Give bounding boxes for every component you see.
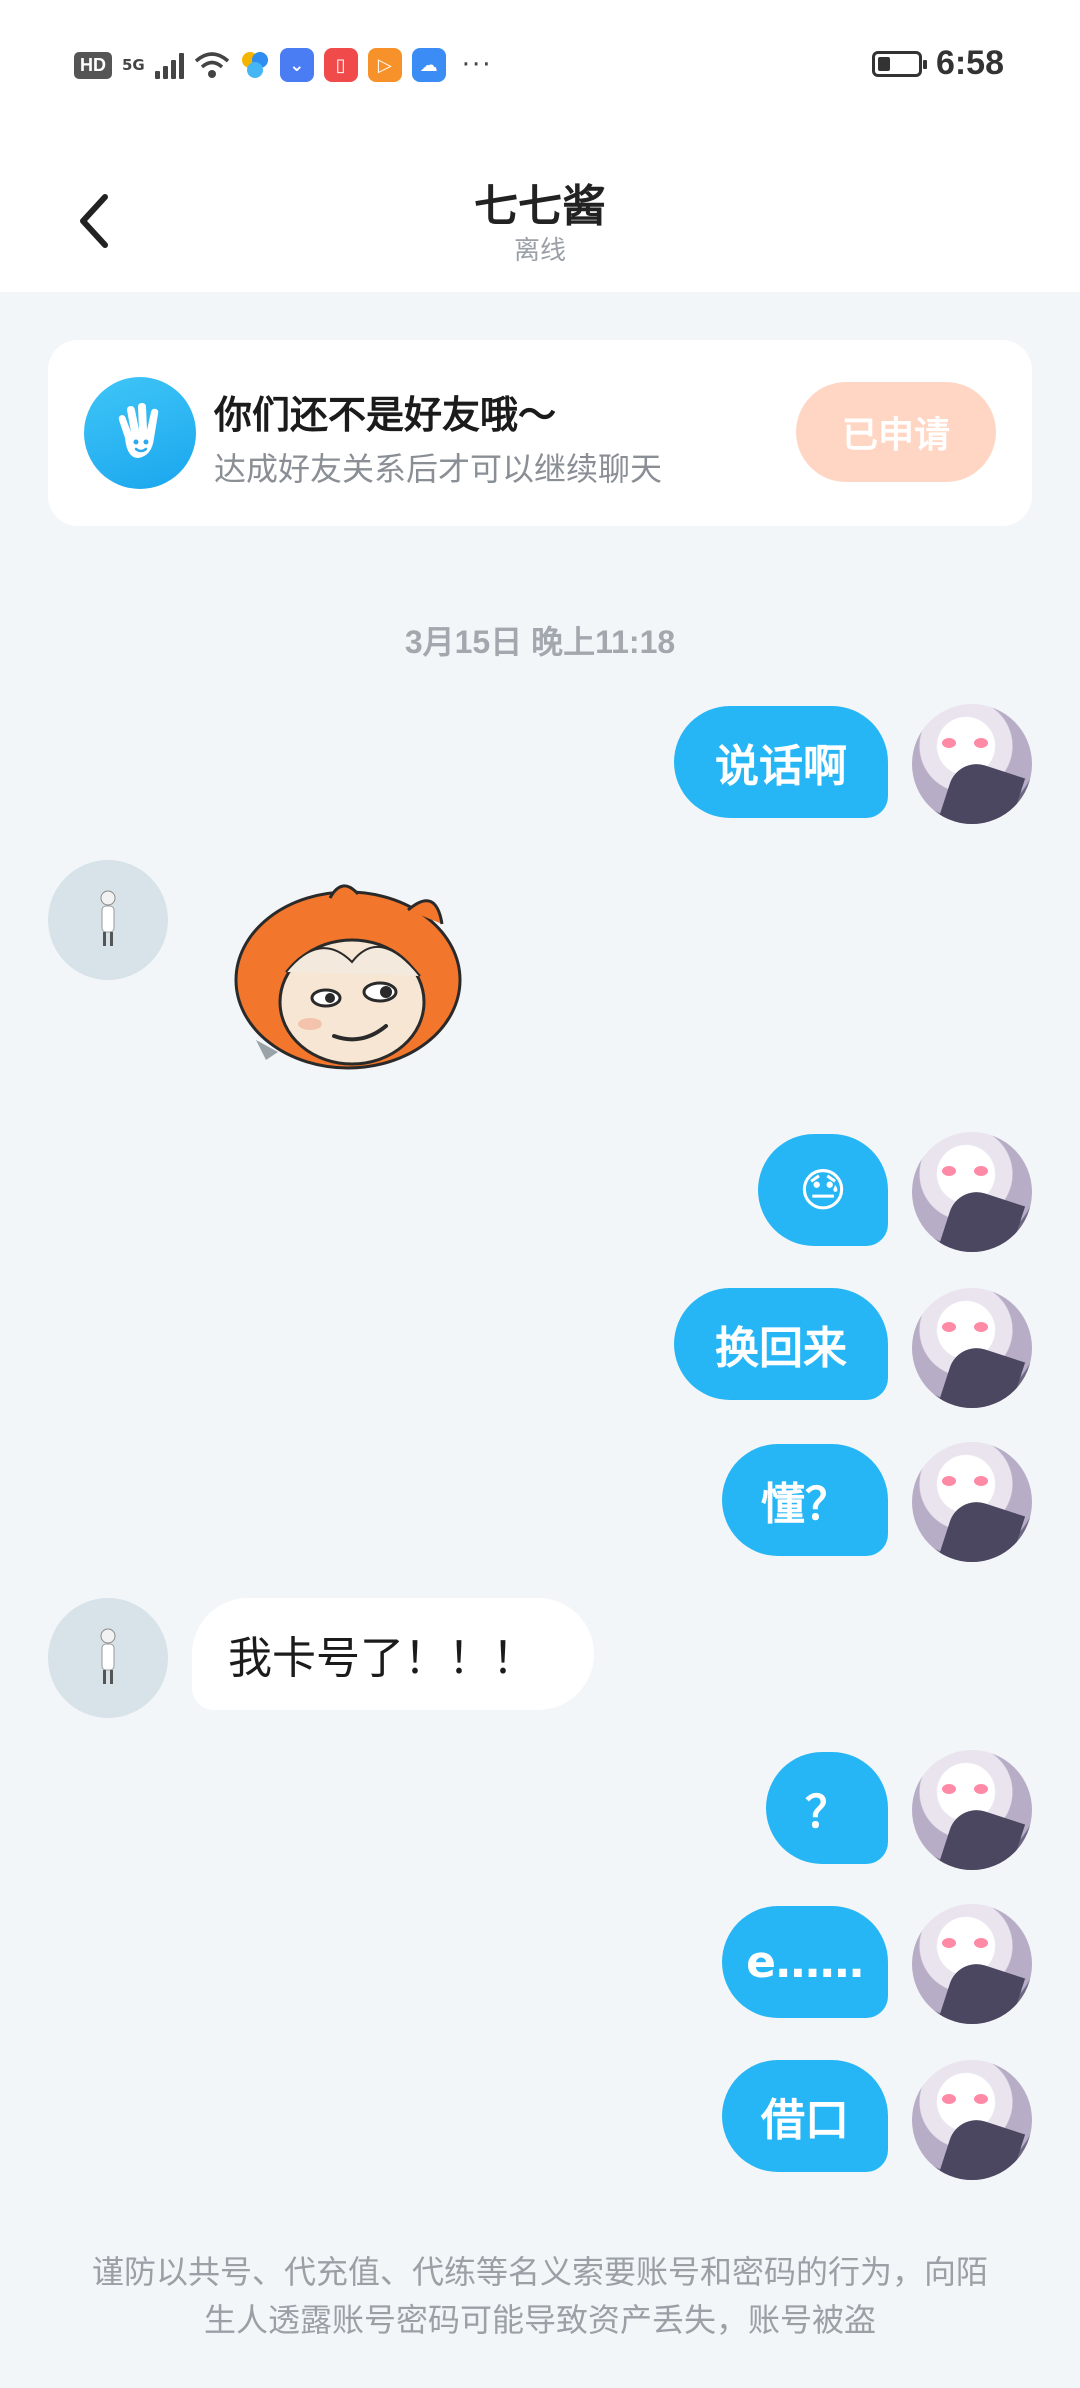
video-app-icon: ▷	[367, 48, 402, 82]
network-type: 5G	[122, 56, 145, 74]
message-bubble-out[interactable]: 😓	[758, 1134, 888, 1246]
my-avatar[interactable]	[912, 1288, 1032, 1408]
contact-avatar[interactable]	[48, 860, 168, 980]
message-bubble-out[interactable]: ？	[766, 1752, 888, 1864]
contact-name: 七七酱	[474, 181, 606, 232]
signal-icon	[154, 51, 184, 79]
my-avatar[interactable]	[912, 1442, 1032, 1562]
message-bubble-out[interactable]: 说话啊	[674, 706, 888, 818]
my-avatar[interactable]	[912, 1132, 1032, 1252]
chat-header: 七七酱 离线	[0, 130, 1080, 292]
applied-button[interactable]: 已申请	[796, 382, 996, 482]
message-bubble-out[interactable]: 懂？	[722, 1444, 888, 1556]
figure-icon	[100, 890, 116, 946]
contact-status: 离线	[513, 236, 566, 266]
battery-icon	[871, 50, 927, 77]
status-right-icons: 6:58	[871, 44, 1004, 83]
status-bar: HD 5G ⌄ ▯ ▷ ☁ ··· 6:58	[0, 0, 1080, 130]
my-avatar[interactable]	[912, 1750, 1032, 1870]
my-avatar[interactable]	[912, 2060, 1032, 2180]
contact-avatar[interactable]	[48, 1598, 168, 1718]
notice-subtitle: 达成好友关系后才可以继续聊天	[214, 450, 663, 488]
store-app-icon: ⌄	[279, 48, 314, 82]
status-left-icons: HD 5G ⌄ ▯ ▷ ☁ ···	[74, 48, 493, 82]
message-bubble-out[interactable]: 借口	[722, 2060, 888, 2172]
message-bubble-out[interactable]: 换回来	[674, 1288, 888, 1400]
hand-wave-icon	[84, 377, 196, 489]
friend-request-notice: 你们还不是好友哦～ 达成好友关系后才可以继续聊天 已申请	[48, 340, 1032, 526]
chat-timestamp: 3月15日 晚上11:18	[404, 624, 676, 660]
hd-icon: HD	[74, 51, 112, 79]
pinwheel-app-icon	[241, 52, 268, 78]
more-dots-icon: ···	[461, 50, 493, 80]
notice-title: 你们还不是好友哦～	[214, 393, 557, 437]
my-avatar[interactable]	[912, 1904, 1032, 2024]
figure-icon	[100, 1628, 116, 1684]
message-bubble-out[interactable]: e……	[722, 1906, 888, 2018]
status-time: 6:58	[935, 44, 1004, 82]
orange-hair-smirk-sticker[interactable]	[230, 880, 480, 1080]
my-avatar[interactable]	[912, 704, 1032, 824]
message-bubble-in[interactable]: 我卡号了！！！	[192, 1598, 594, 1710]
cloud-app-icon: ☁	[411, 48, 446, 82]
security-warning: 谨防以共号、代充值、代练等名义索要账号和密码的行为，向陌生人透露账号密码可能导致…	[91, 2253, 988, 2339]
wifi-icon	[194, 52, 229, 78]
book-app-icon: ▯	[323, 48, 358, 82]
